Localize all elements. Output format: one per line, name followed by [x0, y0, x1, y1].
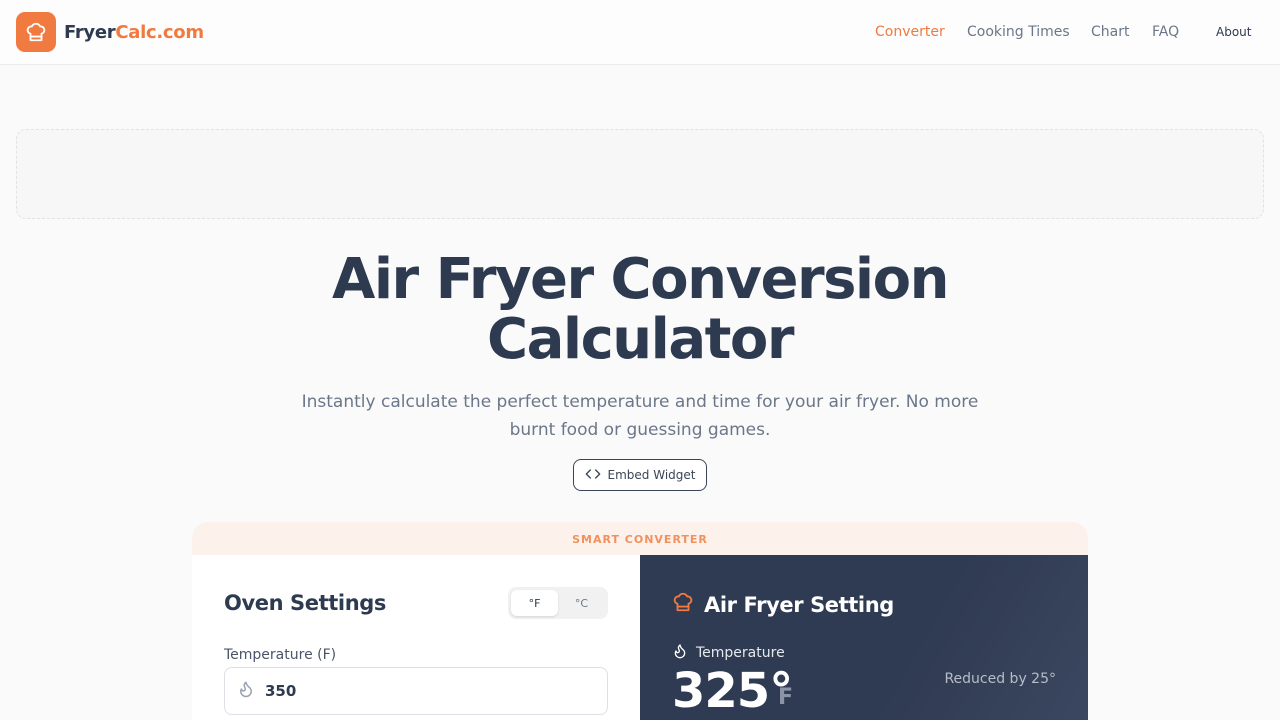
embed-widget-button[interactable]: Embed Widget [573, 459, 707, 491]
oven-settings-panel: Oven Settings °F °C Temperature (F) [192, 555, 640, 720]
nav-converter[interactable]: Converter [875, 24, 945, 40]
nav-about[interactable]: About [1216, 25, 1251, 39]
logo-text-part2: Calc.com [115, 21, 204, 43]
flame-icon [237, 680, 255, 702]
air-fryer-setting-title: Air Fryer Setting [672, 591, 894, 618]
temperature-reduction-note: Reduced by 25° [944, 671, 1056, 687]
chef-hat-icon [16, 12, 56, 52]
chef-hat-icon [672, 591, 694, 618]
converter-tab-label: SMART CONVERTER [572, 532, 708, 546]
air-fryer-temperature-value: 325° [672, 663, 793, 719]
page-title-line2: Calculator [487, 307, 795, 372]
oven-settings-title: Oven Settings [224, 591, 386, 615]
nav-chart[interactable]: Chart [1091, 24, 1129, 40]
air-fryer-temperature-label-text: Temperature [696, 645, 785, 661]
flame-icon [672, 643, 688, 663]
page-subtitle-line2: burnt food or guessing games. [509, 420, 771, 440]
nav-faq[interactable]: FAQ [1152, 24, 1179, 40]
nav-cooking-times[interactable]: Cooking Times [967, 24, 1070, 40]
page-title: Air Fryer Conversion Calculator [0, 250, 1280, 370]
code-icon [585, 466, 601, 485]
embed-widget-label: Embed Widget [607, 468, 696, 482]
logo-text-part1: Fryer [64, 21, 116, 43]
unit-fahrenheit-option[interactable]: °F [511, 590, 558, 616]
oven-temperature-input[interactable] [265, 682, 565, 700]
unit-celsius-option[interactable]: °C [558, 590, 605, 616]
oven-temperature-field[interactable] [224, 667, 608, 715]
oven-temperature-label: Temperature (F) [224, 647, 337, 663]
air-fryer-setting-title-text: Air Fryer Setting [704, 592, 894, 617]
page-title-line1: Air Fryer Conversion [332, 247, 949, 312]
site-header: FryerCalc.com Converter Cooking Times Ch… [0, 0, 1280, 65]
ad-placeholder [16, 129, 1264, 219]
air-fryer-result-panel: Air Fryer Setting Temperature 325° F Red… [640, 555, 1088, 720]
logo-text: FryerCalc.com [64, 22, 204, 43]
converter-tab-header: SMART CONVERTER [192, 522, 1088, 556]
page-subtitle: Instantly calculate the perfect temperat… [290, 388, 990, 444]
air-fryer-temperature-unit: F [778, 685, 794, 710]
page-subtitle-line1: Instantly calculate the perfect temperat… [301, 392, 979, 412]
site-logo[interactable]: FryerCalc.com [16, 12, 204, 52]
air-fryer-temperature-label: Temperature [672, 643, 785, 663]
unit-toggle: °F °C [508, 587, 608, 619]
